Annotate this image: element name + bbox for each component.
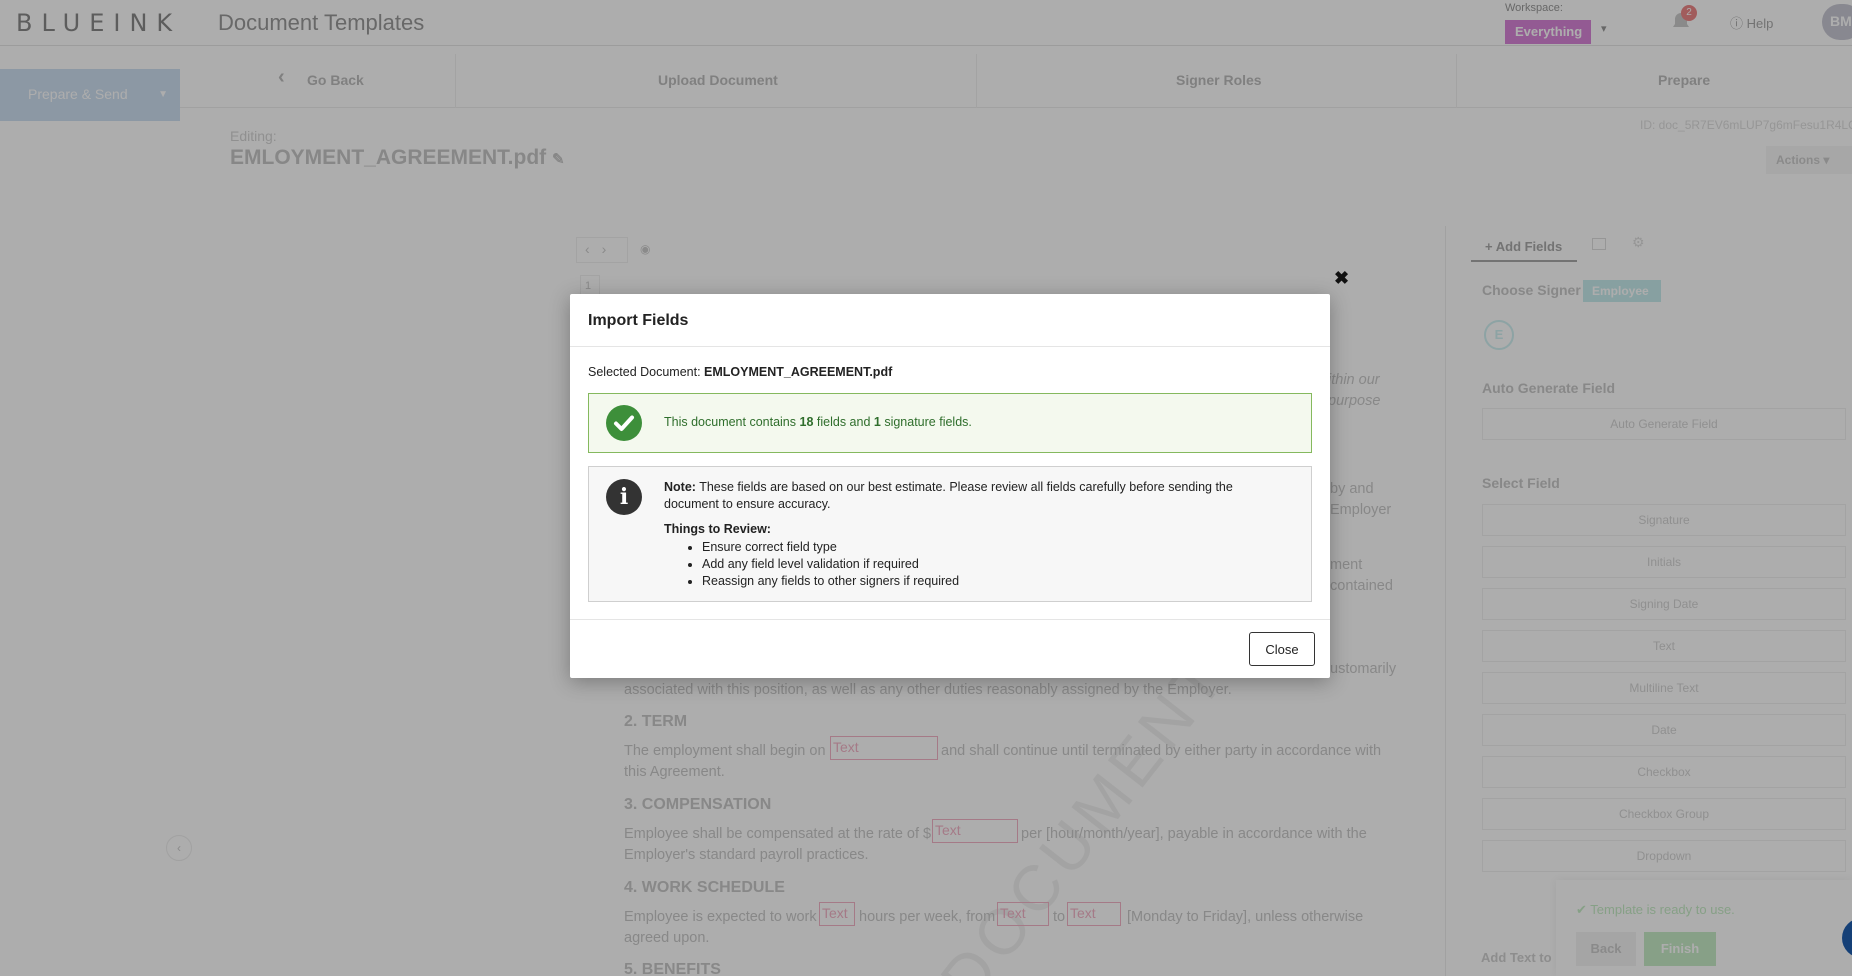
success-text-post: signature fields. <box>884 415 972 429</box>
selected-document-name: EMLOYMENT_AGREEMENT.pdf <box>704 365 893 379</box>
modal-header: Import Fields <box>570 294 1330 347</box>
review-list: Ensure correct field type Add any field … <box>702 539 959 590</box>
list-item: Add any field level validation if requir… <box>702 556 959 573</box>
success-text-pre: This document contains <box>664 415 797 429</box>
signature-count: 1 <box>873 415 881 429</box>
success-text-mid: fields and <box>816 415 871 429</box>
info-icon: i <box>606 479 642 515</box>
selected-document-label: Selected Document: <box>588 365 701 379</box>
close-icon[interactable]: ✖ <box>1334 268 1349 289</box>
success-message: This document contains 18 fields and 1 s… <box>664 415 972 429</box>
list-item: Ensure correct field type <box>702 539 959 556</box>
close-button[interactable]: Close <box>1249 632 1315 666</box>
import-fields-modal: Import Fields Selected Document: EMLOYME… <box>570 294 1330 678</box>
success-alert: This document contains 18 fields and 1 s… <box>588 393 1312 453</box>
note-message: Note: These fields are based on our best… <box>664 479 1264 513</box>
modal-title: Import Fields <box>588 312 689 329</box>
field-count: 18 <box>799 415 814 429</box>
list-item: Reassign any fields to other signers if … <box>702 573 959 590</box>
note-alert: i Note: These fields are based on our be… <box>588 466 1312 602</box>
selected-document: Selected Document: EMLOYMENT_AGREEMENT.p… <box>588 365 892 379</box>
note-body: These fields are based on our best estim… <box>664 480 1233 511</box>
modal-footer: Close <box>570 619 1330 678</box>
note-label: Note: <box>664 480 696 494</box>
check-circle-icon <box>606 405 642 441</box>
review-title: Things to Review: <box>664 522 771 536</box>
